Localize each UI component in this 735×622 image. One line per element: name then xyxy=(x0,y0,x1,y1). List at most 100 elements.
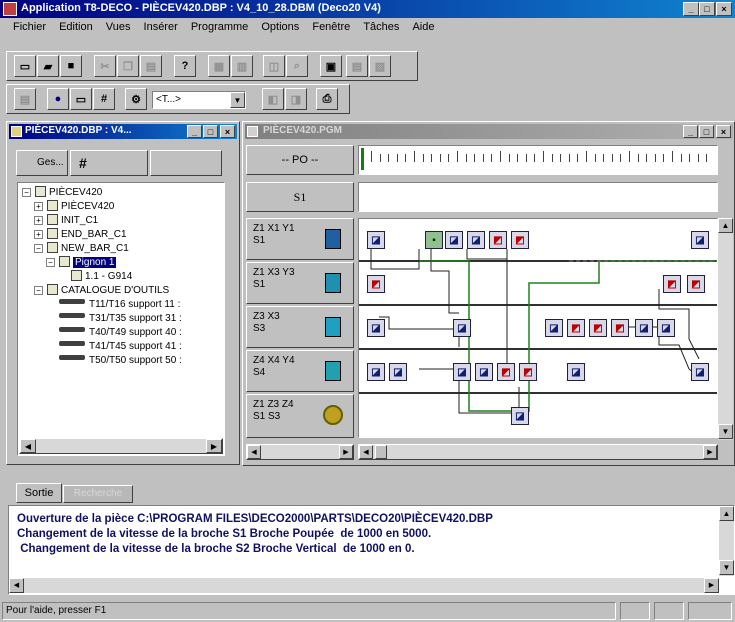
chevron-down-icon[interactable]: ▼ xyxy=(230,92,245,108)
tree-window-titlebar[interactable]: PIÈCEV420.DBP : V4... _ □ × xyxy=(9,124,237,139)
scroll-left-icon[interactable]: ◀ xyxy=(247,445,261,459)
toolpath-button[interactable]: ▭ xyxy=(70,88,92,110)
program-close-button[interactable]: × xyxy=(716,125,731,138)
operation-block[interactable]: ◪ xyxy=(657,319,675,337)
next-button[interactable]: ◨ xyxy=(285,88,307,110)
channel-row-1-label[interactable]: Z1 X1 Y1 S1 xyxy=(246,218,354,260)
operation-block[interactable]: ◪ xyxy=(545,319,563,337)
tab-numbers[interactable]: # xyxy=(70,150,148,176)
operation-block[interactable]: ◩ xyxy=(511,231,529,249)
operation-block[interactable]: ◩ xyxy=(367,275,385,293)
scroll-right-icon[interactable]: ▶ xyxy=(704,578,719,593)
window-tile-button[interactable]: ▤ xyxy=(346,55,368,77)
scroll-up-icon[interactable]: ▲ xyxy=(719,506,734,521)
operation-block[interactable]: ◪ xyxy=(475,363,493,381)
tree-item[interactable]: END_BAR_C1 xyxy=(47,228,127,241)
operation-block[interactable]: ◪ xyxy=(453,363,471,381)
app-titlebar[interactable]: Application T8-DECO - PIÈCEV420.DBP : V4… xyxy=(0,0,735,18)
menu-taches[interactable]: Tâches xyxy=(358,19,404,35)
operation-block[interactable]: ◩ xyxy=(497,363,515,381)
operation-block[interactable]: ◪ xyxy=(389,363,407,381)
prev-button[interactable]: ◧ xyxy=(262,88,284,110)
maximize-button[interactable]: □ xyxy=(699,2,715,16)
tree-expander-icon[interactable]: − xyxy=(22,188,31,197)
time-cursor[interactable] xyxy=(361,148,364,170)
tool-combo[interactable]: <T...> ▼ xyxy=(152,91,246,109)
spindle-track[interactable] xyxy=(358,182,718,212)
menu-options[interactable]: Options xyxy=(256,19,304,35)
tree-item[interactable]: T41/T45 support 41 : xyxy=(59,340,182,353)
tree-view[interactable]: − PIÈCEV420 + PIÈCEV420 + INIT_C1 + END_BAR_C1 −… xyxy=(17,182,225,456)
scroll-right-icon[interactable]: ▶ xyxy=(703,445,717,459)
menu-edition[interactable]: Edition xyxy=(54,19,98,35)
cut-button[interactable]: ✂ xyxy=(94,55,116,77)
channel-row-3-label[interactable]: Z3 X3 S3 xyxy=(246,306,354,348)
operation-block[interactable]: ▪ xyxy=(425,231,443,249)
operation-block[interactable]: ◩ xyxy=(589,319,607,337)
tree-item[interactable]: NEW_BAR_C1 xyxy=(47,242,129,255)
scroll-left-icon[interactable]: ◀ xyxy=(359,445,373,459)
tree-item[interactable]: CATALOGUE D'OUTILS xyxy=(47,284,169,297)
operation-block[interactable]: ◪ xyxy=(367,319,385,337)
grid-scrollbar-h[interactable]: ◀ ▶ xyxy=(358,444,718,460)
new-file-button[interactable]: ▭ xyxy=(14,55,36,77)
tree-item[interactable]: T31/T35 support 31 : xyxy=(59,312,182,325)
operation-block[interactable]: ◪ xyxy=(691,363,709,381)
save-file-button[interactable]: ■ xyxy=(60,55,82,77)
tree-expander-icon[interactable]: + xyxy=(34,202,43,211)
table-view-button[interactable]: ▣ xyxy=(320,55,342,77)
menu-fenetre[interactable]: Fenêtre xyxy=(307,19,355,35)
output-tab-recherche[interactable]: Recherche xyxy=(63,485,133,503)
label-scrollbar-h[interactable]: ◀ ▶ xyxy=(246,444,354,460)
paste-button[interactable]: ▤ xyxy=(140,55,162,77)
operation-block[interactable]: ◩ xyxy=(519,363,537,381)
operation-block[interactable]: ◪ xyxy=(367,363,385,381)
operation-block[interactable]: ◪ xyxy=(453,319,471,337)
zoom-button[interactable]: ⌕ xyxy=(286,55,308,77)
scroll-thumb[interactable] xyxy=(375,445,387,459)
operation-block[interactable]: ◪ xyxy=(567,363,585,381)
tree-item[interactable]: T40/T49 support 40 : xyxy=(59,326,182,339)
window-cascade-button[interactable]: ▧ xyxy=(369,55,391,77)
program-minimize-button[interactable]: _ xyxy=(683,125,698,138)
tree-item[interactable]: T11/T16 support 11 : xyxy=(59,298,180,311)
output-scrollbar-h[interactable]: ◀ ▶ xyxy=(9,578,719,593)
copy-button[interactable]: ❐ xyxy=(117,55,139,77)
tree-item[interactable]: PIÈCEV420 xyxy=(35,186,102,199)
program-scrollbar-v[interactable]: ▲ ▼ xyxy=(718,218,733,440)
operation-block[interactable]: ◪ xyxy=(511,407,529,425)
tree-item[interactable]: 1.1 - G914 xyxy=(71,270,132,283)
operation-block[interactable]: ◪ xyxy=(445,231,463,249)
po-label-button[interactable]: -- PO -- xyxy=(246,145,354,175)
output-tab-sortie[interactable]: Sortie xyxy=(16,483,62,503)
settings-gear-button[interactable]: ⚙ xyxy=(125,88,147,110)
tree-expander-icon[interactable]: + xyxy=(34,216,43,225)
tool-view-button[interactable]: ▦ xyxy=(208,55,230,77)
scroll-left-icon[interactable]: ◀ xyxy=(20,439,36,453)
scroll-down-icon[interactable]: ▼ xyxy=(719,560,734,575)
tree-expander-icon[interactable]: + xyxy=(34,230,43,239)
menu-inserer[interactable]: Insérer xyxy=(139,19,183,35)
print-button[interactable]: ⎙ xyxy=(316,88,338,110)
channel-row-5-label[interactable]: Z1 Z3 Z4 S1 S3 xyxy=(246,394,354,438)
tree-item[interactable]: T50/T50 support 50 : xyxy=(59,354,182,367)
help-button[interactable]: ? xyxy=(174,55,196,77)
channel-row-4-label[interactable]: Z4 X4 Y4 S4 xyxy=(246,350,354,392)
operation-block[interactable]: ◪ xyxy=(635,319,653,337)
minimize-button[interactable]: _ xyxy=(683,2,699,16)
number-button[interactable]: # xyxy=(93,88,115,110)
operation-block[interactable]: ◩ xyxy=(611,319,629,337)
program-maximize-button[interactable]: □ xyxy=(699,125,714,138)
tree-minimize-button[interactable]: _ xyxy=(187,125,202,138)
operation-grid[interactable]: ◪ ▪ ◪ ◪ ◩ ◩ ◪ ◩ ◩ ◩ ◪ ◪ ◪ ◩ ◩ ◩ ◪ ◪ ◪ ◪ … xyxy=(358,218,718,438)
menu-programme[interactable]: Programme xyxy=(186,19,253,35)
menu-fichier[interactable]: Fichier xyxy=(8,19,51,35)
channel-row-2-label[interactable]: Z1 X3 Y3 S1 xyxy=(246,262,354,304)
tree-close-button[interactable]: × xyxy=(220,125,235,138)
tree-expander-icon[interactable]: − xyxy=(46,258,55,267)
tree-item[interactable]: INIT_C1 xyxy=(47,214,98,227)
operation-block[interactable]: ◩ xyxy=(567,319,585,337)
operation-block[interactable]: ◩ xyxy=(687,275,705,293)
tab-tools[interactable] xyxy=(150,150,222,176)
operation-block[interactable]: ◪ xyxy=(367,231,385,249)
